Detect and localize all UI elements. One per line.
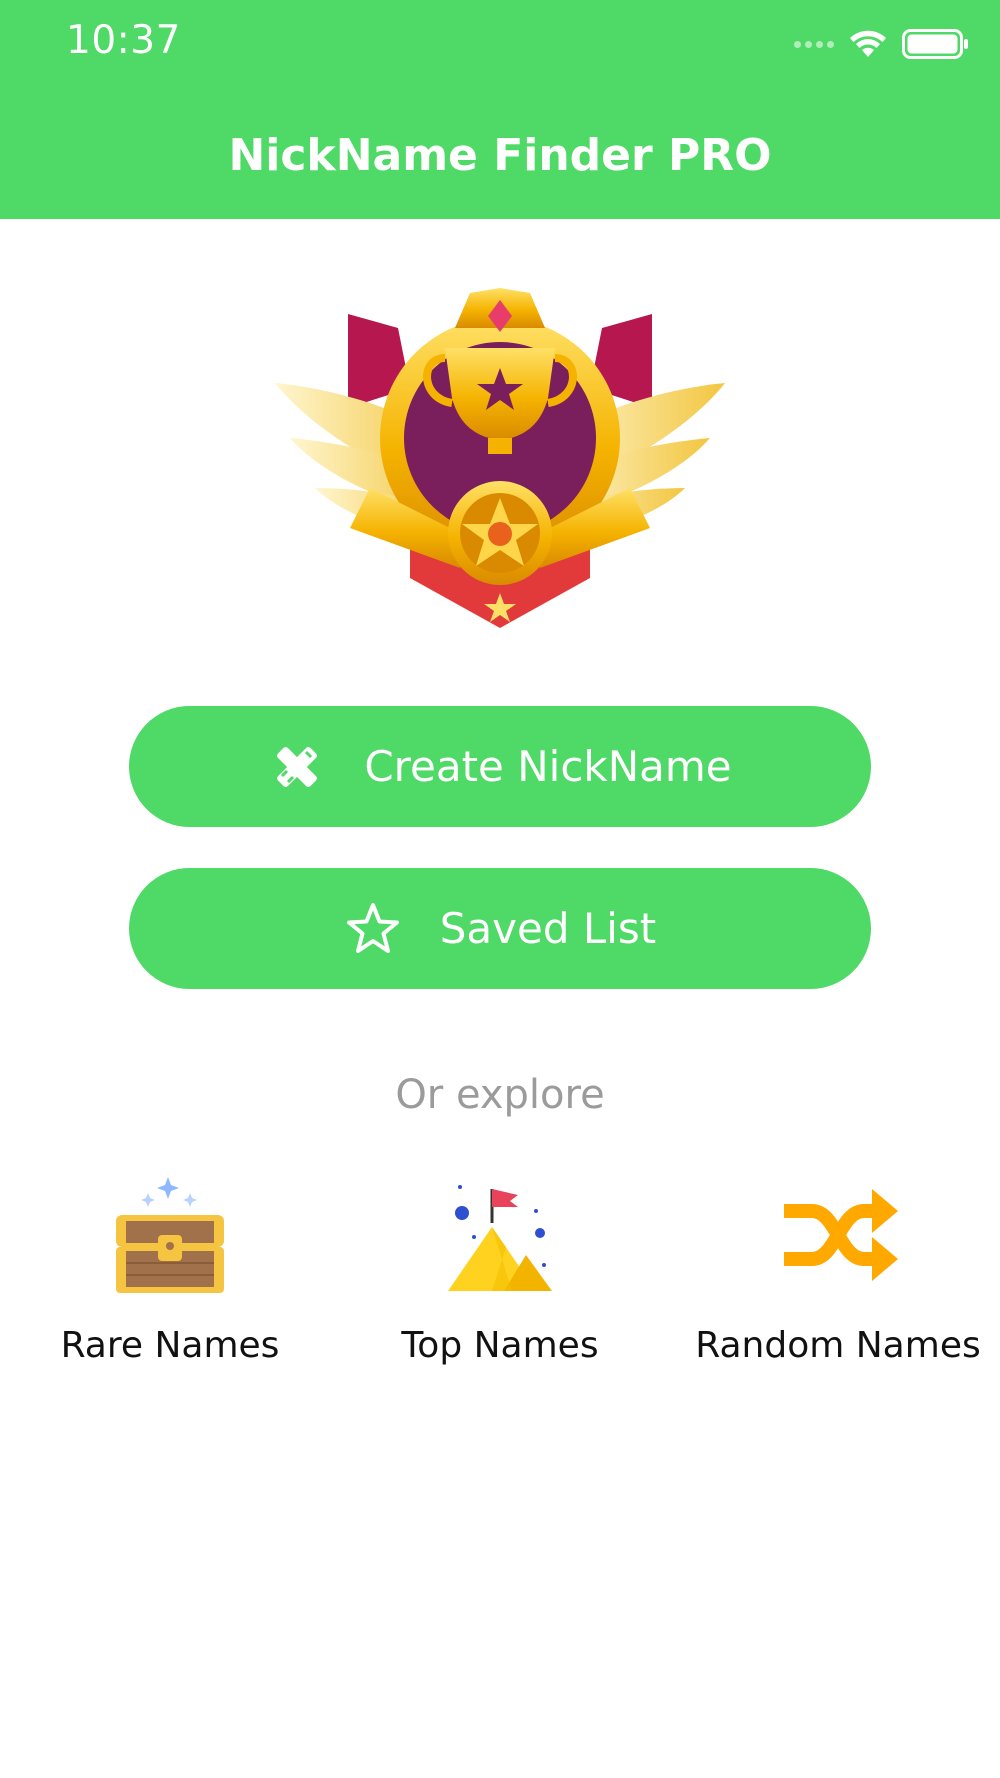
random-names-item[interactable]: Random Names bbox=[668, 1175, 1000, 1375]
saved-list-button[interactable]: Saved List bbox=[129, 868, 871, 989]
status-time: 10:37 bbox=[66, 18, 181, 63]
saved-list-label: Saved List bbox=[439, 904, 657, 953]
pencil-ruler-icon bbox=[277, 746, 318, 787]
shuffle-icon bbox=[784, 1189, 898, 1281]
trophy-badge-icon bbox=[275, 288, 725, 628]
treasure-chest-icon bbox=[116, 1177, 224, 1293]
rare-names-label: Rare Names bbox=[60, 1325, 280, 1366]
signal-dots-icon bbox=[794, 40, 834, 48]
mountain-flag-icon bbox=[448, 1185, 552, 1291]
home-screen: 10:37 NickName Finder PRO Create NickNam… bbox=[0, 0, 1000, 1778]
create-nickname-label: Create NickName bbox=[364, 742, 732, 791]
app-header: 10:37 NickName Finder PRO bbox=[0, 0, 1000, 219]
wifi-icon bbox=[850, 30, 886, 57]
explore-heading: Or explore bbox=[395, 1072, 605, 1118]
create-nickname-button[interactable]: Create NickName bbox=[129, 706, 871, 827]
status-icons bbox=[794, 26, 970, 62]
battery-icon bbox=[902, 29, 968, 59]
top-names-label: Top Names bbox=[401, 1325, 599, 1366]
rare-names-item[interactable]: Rare Names bbox=[0, 1175, 340, 1375]
top-names-item[interactable]: Top Names bbox=[330, 1175, 670, 1375]
random-names-label: Random Names bbox=[695, 1325, 981, 1366]
app-title: NickName Finder PRO bbox=[228, 130, 772, 181]
star-outline-icon bbox=[346, 902, 399, 953]
